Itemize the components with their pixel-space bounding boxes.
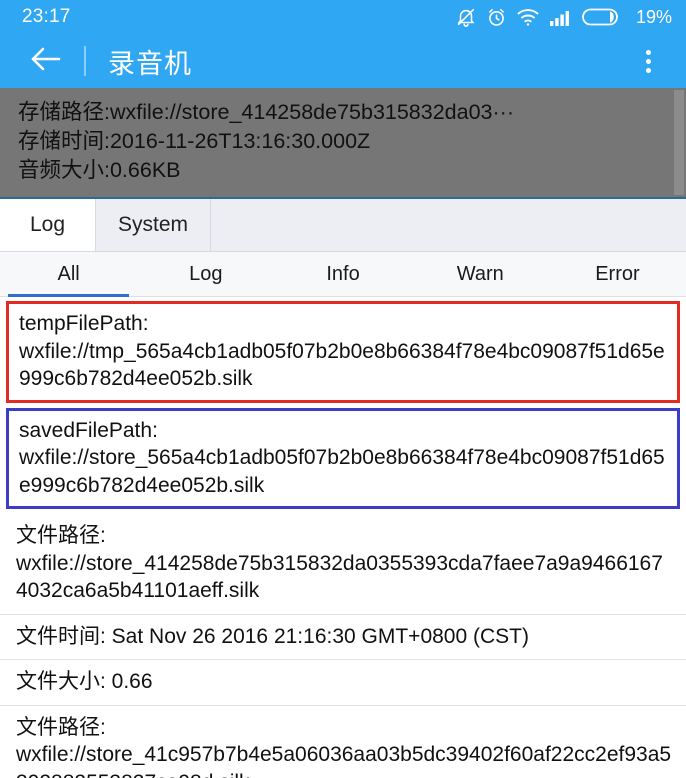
info-panel-scrollbar[interactable] <box>674 90 684 195</box>
log-entry-text: 文件路径: wxfile://store_41c957b7b4e5a06036a… <box>16 715 672 778</box>
log-entry-text: 文件时间: Sat Nov 26 2016 21:16:30 GMT+0800 … <box>16 624 529 648</box>
filter-tab-log-label: Log <box>189 262 223 285</box>
page-title: 录音机 <box>108 48 192 79</box>
battery-percent-label: 19% <box>635 6 672 27</box>
tab-log[interactable]: Log <box>0 199 96 251</box>
primary-tab-filler <box>211 199 686 251</box>
app-root: 23:17 19% 录音机 存储路径:wxfile://store_414258… <box>0 0 686 778</box>
filter-tab-warn-label: Warn <box>456 262 504 285</box>
filter-tab-warn[interactable]: Warn <box>412 252 549 296</box>
primary-tab-bar: Log System <box>0 199 686 252</box>
audio-info-panel: 存储路径:wxfile://store_414258de75b315832da0… <box>0 88 686 199</box>
status-clock: 23:17 <box>22 6 71 27</box>
filter-tab-all-label: All <box>57 262 80 285</box>
tab-system-label: System <box>118 213 189 236</box>
log-entry-file-size-1[interactable]: 文件大小: 0.66 <box>0 660 686 706</box>
filter-tab-bar: All Log Info Warn Error <box>0 252 686 297</box>
log-entry-file-path-1[interactable]: 文件路径: wxfile://store_414258de75b315832da… <box>0 514 686 615</box>
filter-tab-info-label: Info <box>326 262 360 285</box>
info-storage-time: 存储时间:2016-11-26T13:16:30.000Z <box>18 129 371 153</box>
filter-tab-error[interactable]: Error <box>549 252 686 296</box>
filter-tab-error-label: Error <box>595 262 640 285</box>
signal-bars-icon <box>549 7 573 27</box>
log-entry-temp-file-path[interactable]: tempFilePath: wxfile://tmp_565a4cb1adb05… <box>6 301 680 403</box>
back-arrow-icon <box>29 44 63 79</box>
log-entry-file-time-1[interactable]: 文件时间: Sat Nov 26 2016 21:16:30 GMT+0800 … <box>0 615 686 660</box>
wifi-icon <box>516 7 540 27</box>
appbar-divider <box>84 46 86 76</box>
overflow-menu-icon <box>645 67 651 73</box>
log-entry-text: 文件路径: wxfile://store_414258de75b315832da… <box>16 524 663 602</box>
tab-log-label: Log <box>29 213 66 236</box>
status-icon-group: 19% <box>455 6 672 28</box>
log-list[interactable]: tempFilePath: wxfile://tmp_565a4cb1adb05… <box>0 301 686 778</box>
tab-system[interactable]: System <box>96 199 212 251</box>
overflow-menu-button[interactable] <box>626 39 670 83</box>
overflow-menu-icon <box>645 49 651 55</box>
alarm-clock-icon <box>486 7 507 28</box>
log-entry-file-path-2[interactable]: 文件路径: wxfile://store_41c957b7b4e5a06036a… <box>0 706 686 778</box>
filter-tab-log[interactable]: Log <box>137 252 274 296</box>
app-bar: 录音机 <box>0 34 686 88</box>
log-entry-saved-file-path[interactable]: savedFilePath: wxfile://store_565a4cb1ad… <box>6 407 680 509</box>
overflow-menu-icon <box>645 58 651 64</box>
battery-icon <box>582 7 624 27</box>
log-entry-text: tempFilePath: wxfile://tmp_565a4cb1adb05… <box>19 312 665 390</box>
filter-tab-all[interactable]: All <box>0 252 137 297</box>
info-audio-size: 音频大小:0.66KB <box>18 158 181 182</box>
info-storage-path: 存储路径:wxfile://store_414258de75b315832da0… <box>18 100 514 124</box>
status-bar: 23:17 19% <box>0 0 686 34</box>
log-entry-text: 文件大小: 0.66 <box>16 670 153 693</box>
filter-tab-info[interactable]: Info <box>274 252 411 296</box>
back-button[interactable] <box>26 41 66 81</box>
log-entry-text: savedFilePath: wxfile://store_565a4cb1ad… <box>19 418 665 497</box>
mute-bell-icon <box>455 6 477 28</box>
